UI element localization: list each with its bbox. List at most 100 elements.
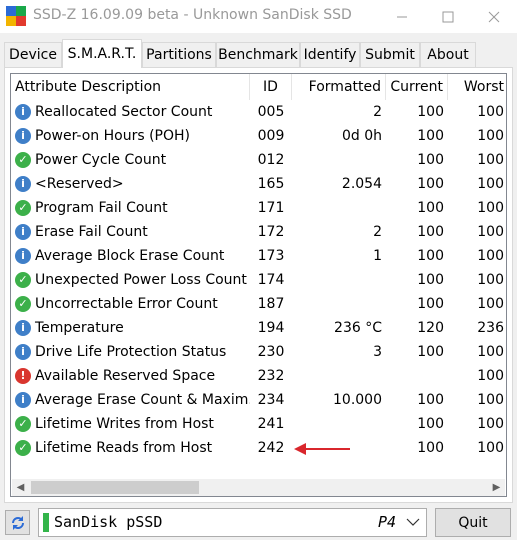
table-row[interactable]: ✓ Program Fail Count 171 100 100 bbox=[11, 196, 506, 220]
tab-device[interactable]: Device bbox=[4, 42, 62, 67]
cell-formatted: 2.054 bbox=[341, 176, 382, 192]
scroll-left-button[interactable]: ◀ bbox=[12, 479, 29, 496]
table-row[interactable]: i Drive Life Protection Status 230 3 100 100 bbox=[11, 340, 506, 364]
tab-submit[interactable]: Submit bbox=[360, 42, 420, 67]
chevron-left-icon: ◀ bbox=[16, 482, 25, 493]
cell-worst: 100 bbox=[477, 152, 504, 168]
cell-formatted bbox=[292, 268, 386, 292]
maximize-button[interactable] bbox=[425, 0, 471, 33]
cell-current bbox=[386, 364, 448, 388]
table-row[interactable]: i Average Erase Count & Maxim... 234 10.000… bbox=[11, 388, 506, 412]
cell-formatted bbox=[292, 196, 386, 220]
table-row[interactable]: ✓ Uncorrectable Error Count 187 100 100 bbox=[11, 292, 506, 316]
cell-formatted: 10.000 bbox=[333, 392, 382, 408]
table-row[interactable]: i Average Block Erase Count 173 1 100 100 bbox=[11, 244, 506, 268]
close-button[interactable] bbox=[471, 0, 517, 33]
cell-formatted: 2 bbox=[373, 104, 382, 120]
cell-current: 100 bbox=[417, 344, 444, 360]
cell-worst: 100 bbox=[477, 416, 504, 432]
drive-status-bar bbox=[43, 513, 49, 532]
cell-desc: Program Fail Count bbox=[35, 200, 168, 216]
cell-worst: 100 bbox=[477, 392, 504, 408]
tab-about[interactable]: About bbox=[420, 42, 476, 67]
tab-smart[interactable]: S.M.A.R.T. bbox=[62, 39, 142, 68]
cell-formatted bbox=[292, 292, 386, 316]
tab-identify[interactable]: Identify bbox=[300, 42, 360, 67]
column-header-current[interactable]: Current bbox=[386, 74, 448, 100]
cell-current: 100 bbox=[417, 296, 444, 312]
table-row[interactable]: i Power-on Hours (POH) 009 0d 0h 100 100 bbox=[11, 124, 506, 148]
cell-current: 100 bbox=[417, 440, 444, 456]
app-icon bbox=[6, 6, 26, 26]
cell-current: 100 bbox=[417, 152, 444, 168]
table-row[interactable]: i <Reserved> 165 2.054 100 100 bbox=[11, 172, 506, 196]
cell-current: 100 bbox=[417, 272, 444, 288]
cell-formatted bbox=[292, 412, 386, 436]
table-row[interactable]: ✓ Lifetime Reads from Host 242 100 100 bbox=[11, 436, 506, 460]
cell-desc: Unexpected Power Loss Count bbox=[35, 272, 247, 288]
tab-benchmark[interactable]: Benchmark bbox=[216, 42, 300, 67]
table-row[interactable]: i Erase Fail Count 172 2 100 100 bbox=[11, 220, 506, 244]
cell-worst: 100 bbox=[477, 272, 504, 288]
column-header-description[interactable]: Attribute Description bbox=[11, 74, 250, 100]
cell-worst: 100 bbox=[477, 200, 504, 216]
drive-select[interactable]: SanDisk pSSD P4 bbox=[38, 508, 427, 537]
chevron-down-icon bbox=[406, 518, 420, 526]
cell-formatted bbox=[292, 148, 386, 172]
cell-current: 100 bbox=[417, 416, 444, 432]
cell-desc: Lifetime Writes from Host bbox=[35, 416, 214, 432]
horizontal-scrollbar[interactable]: ◀ ▶ bbox=[12, 479, 505, 496]
cell-worst: 100 bbox=[477, 128, 504, 144]
cell-formatted: 2 bbox=[373, 224, 382, 240]
cell-desc: Drive Life Protection Status bbox=[35, 344, 227, 360]
cell-current: 100 bbox=[417, 224, 444, 240]
scroll-right-button[interactable]: ▶ bbox=[488, 479, 505, 496]
cell-current: 120 bbox=[417, 320, 444, 336]
cell-id: 009 bbox=[257, 128, 285, 144]
refresh-button[interactable] bbox=[5, 510, 30, 535]
table-row[interactable]: ✓ Power Cycle Count 012 100 100 bbox=[11, 148, 506, 172]
cell-worst: 100 bbox=[477, 104, 504, 120]
cell-id: 194 bbox=[257, 320, 285, 336]
tab-partitions[interactable]: Partitions bbox=[142, 42, 216, 67]
scrollbar-thumb[interactable] bbox=[31, 481, 199, 494]
table-row[interactable]: ✓ Lifetime Writes from Host 241 100 100 bbox=[11, 412, 506, 436]
table-row[interactable]: i Temperature 194 236 °C 120 236 bbox=[11, 316, 506, 340]
cell-id: 012 bbox=[257, 152, 285, 168]
refresh-icon bbox=[11, 515, 24, 530]
cell-formatted: 3 bbox=[373, 344, 382, 360]
table-row[interactable]: ✓ Unexpected Power Loss Count 174 100 100 bbox=[11, 268, 506, 292]
cell-id: 171 bbox=[257, 200, 285, 216]
cell-worst: 100 bbox=[477, 440, 504, 456]
smart-panel: Attribute Description ID Formatted Curre… bbox=[4, 67, 513, 503]
red-arrow-annotation bbox=[294, 443, 350, 455]
table-row[interactable]: i Reallocated Sector Count 005 2 100 100 bbox=[11, 100, 506, 124]
drive-tag: P4 bbox=[377, 513, 396, 531]
cell-current: 100 bbox=[417, 128, 444, 144]
cell-current: 100 bbox=[417, 392, 444, 408]
list-header: Attribute Description ID Formatted Curre… bbox=[11, 74, 506, 100]
cell-current: 100 bbox=[417, 104, 444, 120]
cell-id: 232 bbox=[257, 368, 285, 384]
table-row[interactable]: ! Available Reserved Space 232 100 bbox=[11, 364, 506, 388]
minimize-button[interactable] bbox=[379, 0, 425, 33]
column-header-id[interactable]: ID bbox=[250, 74, 292, 100]
cell-desc: Average Erase Count & Maxim... bbox=[35, 392, 250, 408]
cell-desc: <Reserved> bbox=[35, 176, 124, 192]
chevron-right-icon: ▶ bbox=[492, 482, 501, 493]
column-header-formatted[interactable]: Formatted bbox=[292, 74, 386, 100]
cell-current: 100 bbox=[417, 248, 444, 264]
bottom-bar: SanDisk pSSD P4 Quit bbox=[0, 503, 517, 540]
cell-worst: 100 bbox=[477, 296, 504, 312]
column-header-worst[interactable]: Worst bbox=[448, 74, 506, 100]
quit-button[interactable]: Quit bbox=[435, 508, 511, 537]
smart-attribute-list[interactable]: Attribute Description ID Formatted Curre… bbox=[10, 73, 507, 497]
cell-worst: 100 bbox=[477, 176, 504, 192]
cell-current: 100 bbox=[417, 176, 444, 192]
cell-id: 165 bbox=[257, 176, 285, 192]
cell-desc: Power Cycle Count bbox=[35, 152, 167, 168]
cell-id: 174 bbox=[257, 272, 285, 288]
cell-id: 230 bbox=[257, 344, 285, 360]
cell-id: 172 bbox=[257, 224, 285, 240]
title-bar: SSD-Z 16.09.09 beta - Unknown SanDisk SS… bbox=[0, 0, 517, 33]
